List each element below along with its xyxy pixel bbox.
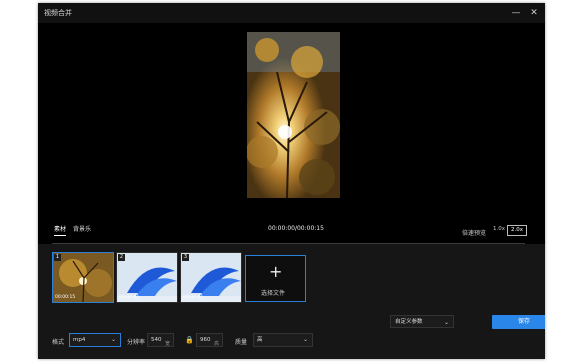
output-settings-row: 格式 mp4 ⌄ 分辨率 540 宽 🔒 960 高 质量 高 ⌄ — [52, 333, 352, 349]
resolution-label: 分辨率 — [127, 339, 146, 346]
clip-3[interactable]: 3 00:00:01 — [180, 252, 242, 303]
title-bar: 视频合并 — ✕ — [38, 3, 545, 23]
speed-2x-button[interactable]: 2.0x — [507, 225, 528, 236]
preset-select[interactable]: 自定义参数 ⌄ — [390, 315, 454, 328]
chevron-down-icon: ⌄ — [443, 319, 449, 326]
plus-icon: + — [269, 262, 283, 281]
width-value: 540 — [151, 337, 162, 343]
clip-number: 2 — [118, 254, 125, 261]
format-value: mp4 — [73, 337, 86, 343]
preset-value: 自定义参数 — [395, 319, 423, 325]
height-unit: 高 — [213, 341, 219, 347]
add-file-label: 选择文件 — [261, 290, 286, 297]
chevron-down-icon: ⌄ — [302, 336, 308, 343]
save-button[interactable]: 保存 — [492, 315, 545, 329]
format-label: 格式 — [52, 339, 65, 346]
clip-number: 3 — [182, 254, 189, 261]
clip-duration: 00:00:01 — [119, 295, 140, 300]
clip-number: 1 — [54, 254, 61, 261]
tab-material[interactable]: 素材 — [54, 224, 67, 236]
video-preview[interactable] — [247, 32, 340, 198]
add-file-button[interactable]: + 选择文件 — [245, 255, 306, 302]
quality-select[interactable]: 高 ⌄ — [253, 333, 313, 347]
clip-duration: 00:00:01 — [183, 295, 204, 300]
speed-1x-button[interactable]: 1.0x — [490, 225, 508, 234]
quality-label: 质量 — [235, 339, 248, 346]
quality-value: 高 — [257, 337, 263, 343]
chevron-down-icon: ⌄ — [110, 336, 116, 343]
window-title: 视频合并 — [44, 9, 72, 17]
height-value: 960 — [200, 337, 211, 343]
height-input[interactable]: 960 高 — [196, 333, 223, 347]
format-select[interactable]: mp4 ⌄ — [69, 333, 121, 347]
close-button[interactable]: ✕ — [527, 6, 541, 20]
width-unit: 宽 — [164, 341, 170, 347]
clip-1[interactable]: 1 00:00:15 — [52, 252, 114, 303]
clip-duration: 00:00:15 — [55, 295, 76, 300]
playback-controls: 素材 背景乐 00:00:00/00:00:15 倍速预览 1.0x 2.0x — [38, 222, 545, 240]
tab-background-music[interactable]: 背景乐 — [73, 224, 91, 233]
minimize-button[interactable]: — — [509, 6, 523, 20]
speed-preview-label: 倍速预览 — [462, 230, 487, 237]
video-merge-window: 视频合并 — ✕ 素材 背景乐 00:00:00/00:00:15 倍速预览 1… — [38, 3, 545, 359]
timecode: 00:00:00/00:00:15 — [268, 225, 324, 232]
clip-2[interactable]: 2 00:00:01 — [116, 252, 178, 303]
lock-aspect-icon[interactable]: 🔒 — [185, 336, 194, 344]
editor-panel: 1 00:00:15 2 00:00:01 3 00:00:01 + 选择文件 … — [38, 244, 545, 359]
width-input[interactable]: 540 宽 — [147, 333, 174, 347]
preview-image — [247, 32, 340, 198]
